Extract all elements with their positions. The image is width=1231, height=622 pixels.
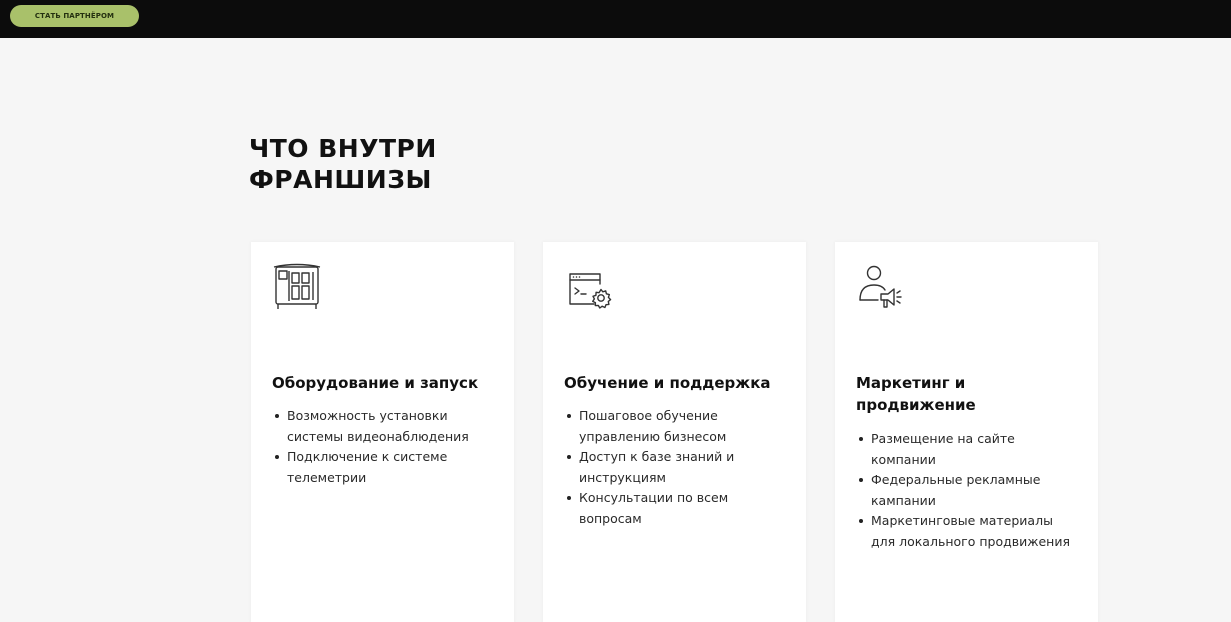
card-title: Маркетинг и продвижение: [856, 374, 976, 414]
section-title-line-1: ЧТО ВНУТРИ: [249, 134, 437, 163]
list-item: Консультации по всем вопросам: [564, 488, 786, 529]
list-item: Федеральные рекламные кампании: [856, 470, 1078, 511]
feature-card-marketing: Маркетинг и продвижение Размещение на са…: [835, 242, 1098, 622]
browser-gear-icon: [562, 260, 616, 316]
card-feature-list: Возможность установки системы видеонаблю…: [272, 406, 494, 488]
list-item: Маркетинговые материалы для локального п…: [856, 511, 1078, 552]
list-item: Возможность установки системы видеонаблю…: [272, 406, 494, 447]
vending-machine-icon: [270, 260, 324, 316]
list-item: Пошаговое обучение управлению бизнесом: [564, 406, 786, 447]
list-item: Подключение к системе телеметрии: [272, 447, 494, 488]
feature-card-equipment: Оборудование и запуск Возможность устано…: [251, 242, 514, 622]
top-bar: СТАТЬ ПАРТНЁРОМ: [0, 0, 1231, 38]
person-megaphone-icon: [854, 260, 908, 316]
main-content: ЧТО ВНУТРИ ФРАНШИЗЫ Оборудование и запус…: [0, 38, 1231, 622]
card-feature-list: Размещение на сайте компании Федеральные…: [856, 429, 1078, 552]
section-title-line-2: ФРАНШИЗЫ: [249, 165, 432, 194]
card-feature-list: Пошаговое обучение управлению бизнесом Д…: [564, 406, 786, 529]
feature-card-training: Обучение и поддержка Пошаговое обучение …: [543, 242, 806, 622]
section-title: ЧТО ВНУТРИ ФРАНШИЗЫ: [249, 133, 437, 195]
list-item: Доступ к базе знаний и инструкциям: [564, 447, 786, 488]
become-partner-button[interactable]: СТАТЬ ПАРТНЁРОМ: [10, 5, 139, 27]
card-title: Оборудование и запуск: [272, 374, 479, 392]
list-item: Размещение на сайте компании: [856, 429, 1078, 470]
card-title: Обучение и поддержка: [564, 374, 771, 392]
